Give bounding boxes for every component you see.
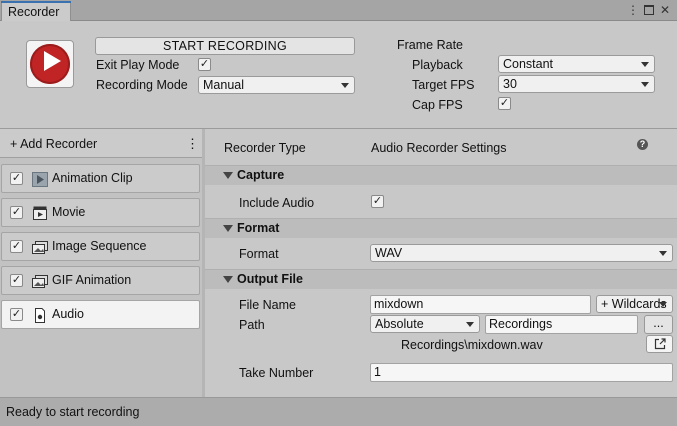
chevron-down-icon [341, 83, 349, 88]
help-icon[interactable]: ? [637, 139, 648, 150]
recording-mode-label: Recording Mode [96, 78, 188, 92]
cap-fps-label: Cap FPS [412, 98, 463, 112]
audio-icon [32, 308, 48, 323]
foldout-arrow-icon [223, 225, 233, 232]
movie-icon [32, 206, 48, 221]
gif-animation-icon [32, 274, 48, 289]
recorder-type-value: Audio Recorder Settings [371, 141, 507, 155]
target-fps-value: 30 [503, 77, 517, 91]
exit-play-mode-checkbox[interactable]: ✓ [198, 58, 211, 71]
section-title: Output File [237, 272, 303, 286]
recorder-type-label: Recorder Type [224, 141, 306, 155]
wildcards-label: + Wildcards [601, 297, 667, 311]
section-header-output-file[interactable]: Output File [205, 269, 677, 289]
recorder-list-header: + Add Recorder ⋮ [0, 129, 202, 158]
recorder-item-gif-animation[interactable]: ✓ GIF Animation [1, 266, 200, 295]
status-text: Ready to start recording [6, 405, 140, 419]
chevron-down-icon [659, 251, 667, 256]
recorder-item-image-sequence[interactable]: ✓ Image Sequence [1, 232, 200, 261]
recorder-logo-icon [26, 40, 74, 88]
recorder-enabled-checkbox[interactable]: ✓ [10, 240, 23, 253]
recorder-item-audio[interactable]: ✓ Audio [1, 300, 200, 329]
path-mode-dropdown[interactable]: Absolute [370, 315, 480, 333]
start-recording-button[interactable]: START RECORDING [95, 37, 355, 55]
section-title: Format [237, 221, 280, 235]
format-label: Format [239, 247, 279, 261]
maximize-icon[interactable] [642, 3, 656, 17]
window-tab-bar [0, 0, 677, 21]
recording-mode-dropdown[interactable]: Manual [198, 76, 355, 94]
path-label: Path [239, 318, 265, 332]
animation-clip-icon [32, 172, 48, 187]
open-folder-button[interactable] [646, 335, 673, 353]
external-link-icon [654, 338, 666, 350]
close-icon[interactable]: ✕ [658, 3, 672, 17]
browse-button[interactable]: ... [644, 315, 673, 334]
image-sequence-icon [32, 240, 48, 255]
take-number-input[interactable]: 1 [370, 363, 673, 382]
tab-recorder[interactable]: Recorder [1, 1, 71, 21]
playback-label: Playback [412, 58, 463, 72]
file-name-input[interactable]: mixdown [370, 295, 591, 314]
include-audio-checkbox[interactable]: ✓ [371, 195, 384, 208]
target-fps-label: Target FPS [412, 78, 475, 92]
recorder-item-label: Animation Clip [52, 171, 133, 185]
wildcards-dropdown[interactable]: + Wildcards [596, 295, 673, 313]
chevron-down-icon [466, 322, 474, 327]
section-title: Capture [237, 168, 285, 182]
section-header-capture[interactable]: Capture [205, 165, 677, 185]
add-recorder-button[interactable]: + Add Recorder [10, 137, 97, 151]
recorder-item-label: Audio [52, 307, 84, 321]
recorder-item-label: Movie [52, 205, 86, 219]
kebab-menu-icon[interactable]: ⋮ [186, 136, 199, 152]
target-fps-dropdown[interactable]: 30 [498, 75, 655, 93]
playback-dropdown[interactable]: Constant [498, 55, 655, 73]
section-header-format[interactable]: Format [205, 218, 677, 238]
output-path-preview: Recordings\mixdown.wav [401, 338, 543, 352]
recorder-item-label: Image Sequence [52, 239, 147, 253]
path-mode-value: Absolute [375, 317, 424, 331]
recorder-enabled-checkbox[interactable]: ✓ [10, 274, 23, 287]
recorder-enabled-checkbox[interactable]: ✓ [10, 308, 23, 321]
recording-mode-value: Manual [203, 78, 244, 92]
recorder-item-movie[interactable]: ✓ Movie [1, 198, 200, 227]
recorder-item-label: GIF Animation [52, 273, 132, 287]
playback-value: Constant [503, 57, 554, 71]
chevron-down-icon [641, 82, 649, 87]
recorder-item-animation-clip[interactable]: ✓ Animation Clip [1, 164, 200, 193]
cap-fps-checkbox[interactable]: ✓ [498, 97, 511, 110]
foldout-arrow-icon [223, 172, 233, 179]
file-name-label: File Name [239, 298, 296, 312]
take-number-label: Take Number [239, 366, 314, 380]
format-value: WAV [375, 246, 403, 260]
include-audio-label: Include Audio [239, 196, 315, 210]
tab-label: Recorder [8, 5, 60, 19]
format-dropdown[interactable]: WAV [370, 244, 673, 262]
chevron-down-icon [659, 302, 667, 307]
recorder-enabled-checkbox[interactable]: ✓ [10, 172, 23, 185]
frame-rate-label: Frame Rate [397, 38, 463, 52]
chevron-down-icon [641, 62, 649, 67]
kebab-menu-icon[interactable]: ⋮ [626, 3, 640, 17]
exit-play-mode-label: Exit Play Mode [96, 58, 180, 72]
path-input[interactable]: Recordings [485, 315, 638, 334]
status-bar: Ready to start recording [0, 397, 677, 426]
foldout-arrow-icon [223, 276, 233, 283]
recorder-enabled-checkbox[interactable]: ✓ [10, 206, 23, 219]
